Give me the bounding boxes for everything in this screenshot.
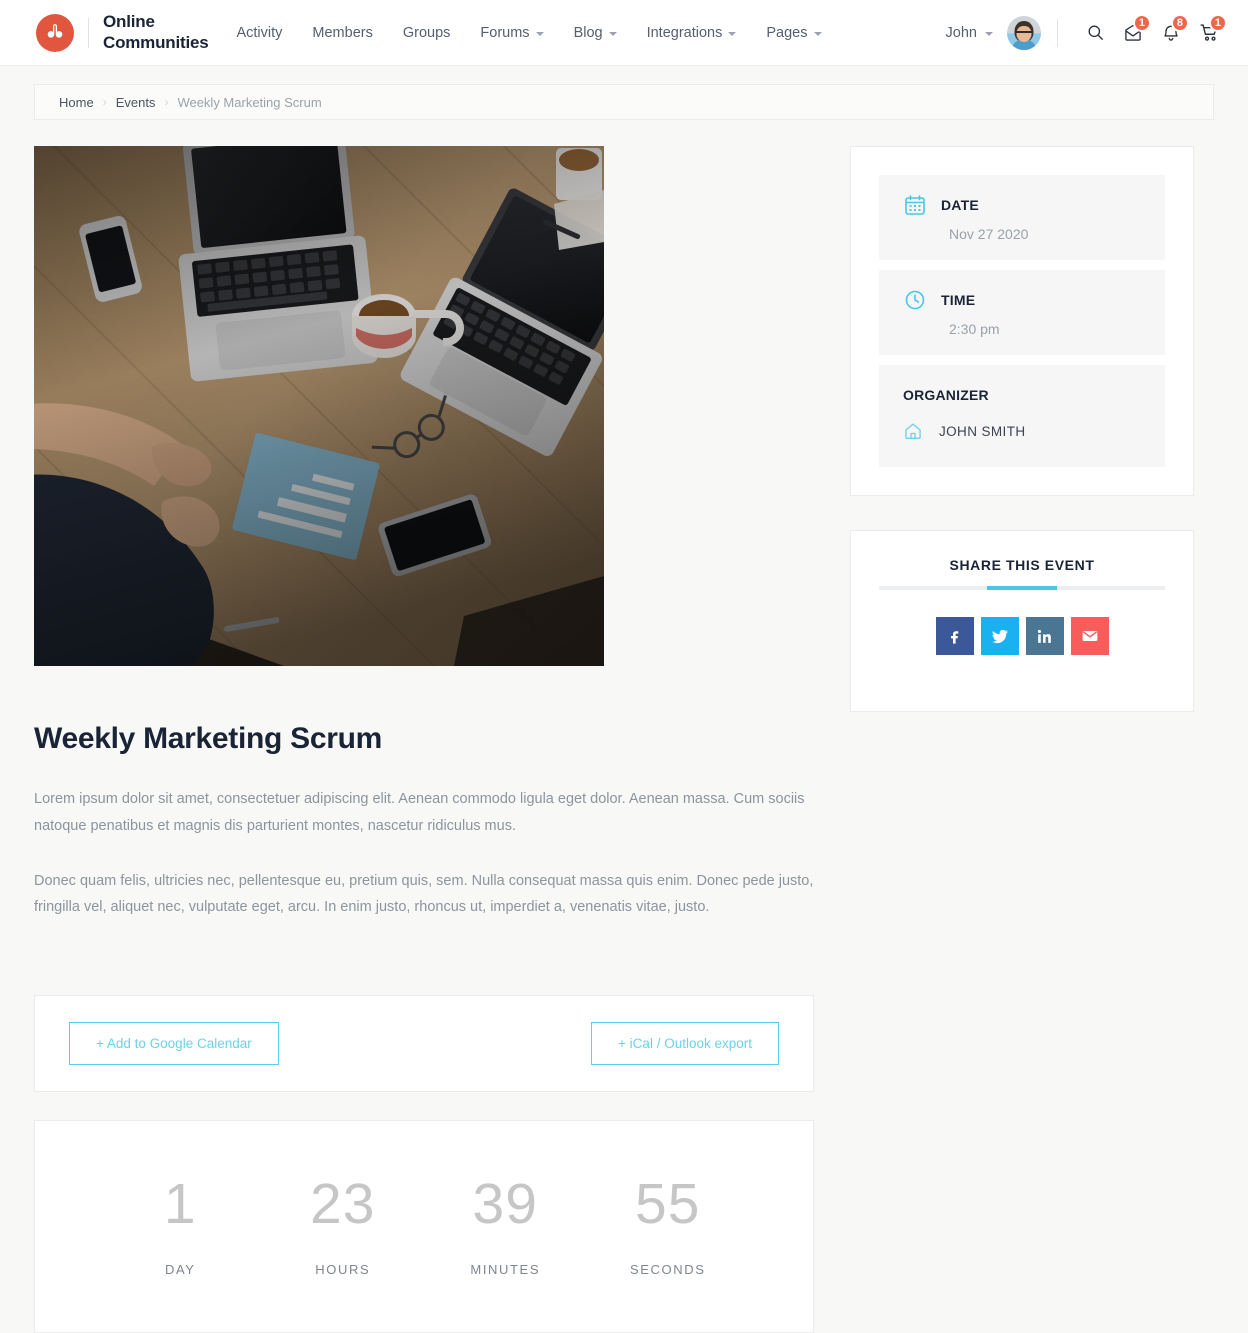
page-title: Weekly Marketing Scrum [34, 722, 382, 755]
facebook-icon [951, 630, 959, 644]
header-actions: John 1 8 1 [946, 13, 1227, 50]
brand-logo[interactable]: Online Communities [36, 12, 209, 52]
breadcrumb-item-home[interactable]: Home [59, 95, 94, 110]
share-facebook-button[interactable] [935, 617, 974, 655]
event-date-head: DATE [903, 193, 1141, 217]
sidebar: DATE Nov 27 2020 TIME 2:30 pm ORGANIZER … [850, 146, 1194, 712]
countdown-card: 1 DAY 23 HOURS 39 MINUTES 55 SECONDS [34, 1120, 814, 1333]
clock-icon [905, 290, 925, 310]
event-organizer-name: JOHN SMITH [939, 423, 1026, 439]
event-date-title: DATE [941, 197, 979, 213]
email-icon [1082, 631, 1097, 641]
countdown-value: 1 [163, 1172, 197, 1237]
event-time-row: TIME 2:30 pm [879, 270, 1165, 355]
chevron-down-icon [535, 31, 544, 36]
nav-item-activity[interactable]: Activity [236, 25, 282, 41]
event-organizer-title: ORGANIZER [903, 387, 989, 403]
countdown-unit-seconds: 55 SECONDS [587, 1172, 750, 1278]
chevron-down-icon [985, 31, 993, 36]
ical-outlook-export-button[interactable]: + iCal / Outlook export [591, 1022, 779, 1066]
countdown-unit-day: 1 DAY [99, 1172, 262, 1278]
event-time-head: TIME [903, 288, 1141, 312]
notifications-badge: 8 [1170, 13, 1189, 32]
messages-button[interactable]: 1 [1116, 13, 1151, 50]
main-navigation: Activity Members Groups Forums Blog Inte… [236, 24, 822, 41]
countdown-value: 23 [310, 1172, 376, 1237]
avatar-glasses [1015, 30, 1033, 36]
nav-label: Activity [236, 24, 283, 41]
event-paragraph: Lorem ipsum dolor sit amet, consectetuer… [34, 791, 805, 834]
countdown-unit-minutes: 39 MINUTES [424, 1172, 587, 1278]
messages-badge: 1 [1132, 13, 1151, 32]
nav-label: Forums [480, 24, 530, 41]
linkedin-icon [1037, 629, 1051, 643]
share-title: SHARE THIS EVENT [949, 557, 1095, 573]
twitter-icon [991, 629, 1008, 644]
breadcrumb-separator: › [164, 95, 169, 109]
calendar-actions-card: + Add to Google Calendar + iCal / Outloo… [34, 995, 814, 1093]
nav-label: Members [312, 24, 373, 41]
share-title-underline [879, 586, 1165, 590]
nav-item-groups[interactable]: Groups [403, 25, 451, 41]
countdown-grid: 1 DAY 23 HOURS 39 MINUTES 55 SECONDS [35, 1172, 813, 1278]
event-date-row: DATE Nov 27 2020 [879, 175, 1165, 260]
breadcrumb: Home › Events › Weekly Marketing Scrum [34, 84, 1214, 120]
share-linkedin-button[interactable] [1025, 617, 1064, 655]
countdown-value: 39 [472, 1172, 538, 1237]
event-details-card: DATE Nov 27 2020 TIME 2:30 pm ORGANIZER … [850, 146, 1194, 496]
nav-item-integrations[interactable]: Integrations [647, 25, 737, 41]
nav-label: Integrations [646, 24, 723, 41]
main-column: Weekly Marketing Scrum Lorem ipsum dolor… [34, 146, 814, 1333]
brand-divider [88, 17, 89, 48]
chevron-down-icon [608, 31, 617, 36]
search-icon [1087, 25, 1103, 40]
share-event-card: SHARE THIS EVENT [850, 530, 1194, 712]
header-divider [1057, 18, 1058, 47]
breadcrumb-separator: › [102, 95, 107, 109]
notifications-button[interactable]: 8 [1154, 13, 1189, 50]
nav-item-members[interactable]: Members [312, 25, 372, 41]
event-description: Lorem ipsum dolor sit amet, consectetuer… [34, 786, 814, 921]
event-organizer-person[interactable]: JOHN SMITH [903, 421, 1141, 441]
breadcrumb-item-current: Weekly Marketing Scrum [177, 94, 322, 110]
countdown-label: DAY [164, 1262, 196, 1278]
cart-badge: 1 [1208, 13, 1227, 32]
cart-button[interactable]: 1 [1192, 13, 1227, 50]
event-date-value: Nov 27 2020 [949, 226, 1029, 242]
event-time-value: 2:30 pm [949, 321, 1000, 337]
nav-item-forums[interactable]: Forums [480, 24, 544, 41]
avatar[interactable] [1007, 15, 1041, 50]
chevron-down-icon [728, 31, 737, 36]
event-paragraph: Donec quam felis, ultricies nec, pellent… [34, 872, 814, 916]
countdown-value: 55 [635, 1172, 701, 1237]
content-columns: Weekly Marketing Scrum Lorem ipsum dolor… [34, 146, 1214, 1333]
nav-label: Pages [766, 24, 808, 41]
share-icon-list [879, 617, 1165, 655]
nav-item-pages[interactable]: Pages [766, 24, 822, 41]
nav-label: Blog [573, 24, 603, 41]
event-time-title: TIME [941, 292, 976, 308]
nav-label: Groups [402, 24, 451, 41]
breadcrumb-item-events[interactable]: Events [116, 95, 156, 110]
calendar-icon [905, 195, 925, 215]
nav-item-blog[interactable]: Blog [574, 25, 617, 41]
share-twitter-button[interactable] [980, 617, 1019, 655]
countdown-label: MINUTES [470, 1262, 541, 1278]
user-menu[interactable]: John [946, 25, 993, 41]
countdown-label: HOURS [315, 1262, 371, 1278]
share-email-button[interactable] [1070, 617, 1109, 655]
page-wrapper: Home › Events › Weekly Marketing Scrum W… [0, 84, 1248, 1333]
brand-name: Online Communities [103, 12, 209, 52]
search-button[interactable] [1078, 16, 1112, 50]
user-name-label: John [945, 24, 977, 41]
event-organizer-row: ORGANIZER JOHN SMITH [879, 365, 1165, 467]
home-icon [905, 423, 921, 439]
chevron-down-icon [813, 31, 822, 36]
event-hero-image [34, 146, 604, 666]
site-header: Online Communities Activity Members Grou… [0, 0, 1248, 66]
buddyboss-logo-icon [36, 13, 74, 52]
countdown-unit-hours: 23 HOURS [262, 1172, 425, 1278]
add-to-google-calendar-button[interactable]: + Add to Google Calendar [69, 1022, 279, 1066]
countdown-label: SECONDS [630, 1262, 706, 1278]
